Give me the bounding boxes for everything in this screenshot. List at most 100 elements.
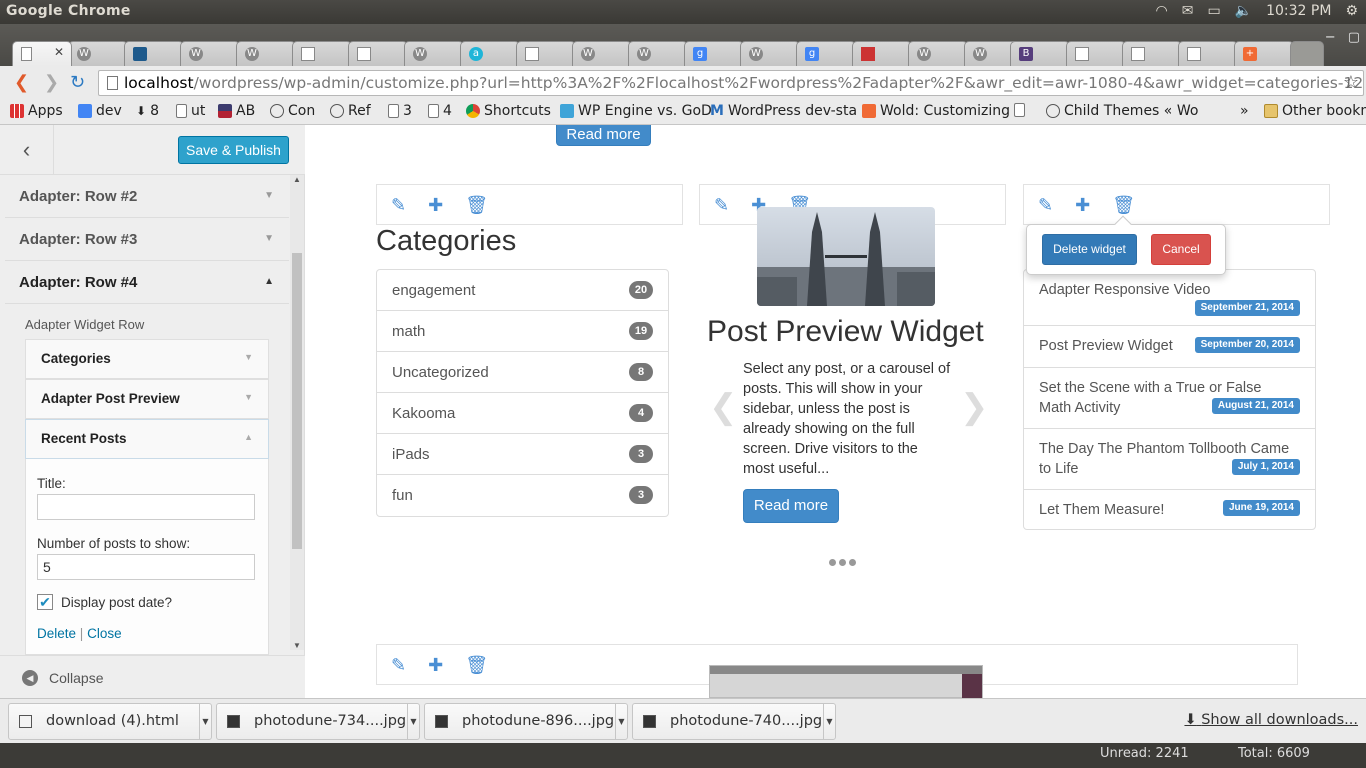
bookmark-shortcuts[interactable]: Shortcuts	[466, 103, 551, 119]
section-row-4[interactable]: Adapter: Row #4 ▲	[5, 261, 289, 304]
edit-icon[interactable]: ✎	[714, 195, 729, 216]
tab[interactable]: a	[460, 41, 520, 66]
reload-icon[interactable]: ↻	[70, 72, 85, 93]
trash-icon[interactable]: 🗑	[1112, 195, 1135, 216]
tab[interactable]	[1122, 41, 1182, 66]
read-more-button-top[interactable]: Read more	[556, 125, 651, 146]
trash-icon[interactable]: 🗑	[465, 655, 488, 676]
os-clock[interactable]: 10:32 PM	[1266, 3, 1331, 19]
bookmarks-overflow[interactable]: »	[1240, 103, 1249, 119]
bookmark-8[interactable]: ⬇ 8	[136, 103, 159, 119]
widget-categories[interactable]: Categories ▼	[25, 339, 269, 379]
new-tab-button[interactable]	[1290, 41, 1324, 66]
address-bar[interactable]: localhost/wordpress/wp-admin/customize.p…	[98, 70, 1364, 96]
tab[interactable]: W	[740, 41, 800, 66]
recent-post-item[interactable]: Let Them Measure! June 19, 2014	[1024, 490, 1315, 529]
recent-post-item[interactable]: Set the Scene with a True or False Math …	[1024, 368, 1315, 429]
carousel-dot[interactable]	[839, 559, 846, 566]
cancel-button[interactable]: Cancel	[1151, 234, 1211, 265]
gear-icon[interactable]: ⚙	[1345, 3, 1358, 19]
wifi-icon[interactable]: ◠	[1155, 3, 1167, 19]
bookmark-wold[interactable]: Wold: Customizing	[862, 103, 1010, 119]
delete-link[interactable]: Delete	[37, 626, 76, 641]
maximize-icon[interactable]: ▢	[1348, 30, 1360, 45]
download-item[interactable]: photodune-740....jpg ▼	[632, 703, 836, 740]
tab[interactable]	[1178, 41, 1238, 66]
download-item[interactable]: photodune-734....jpg ▼	[216, 703, 420, 740]
sidebar-scrollbar[interactable]: ▲ ▼	[290, 175, 304, 650]
bookmark-star-icon[interactable]: ☆	[1343, 71, 1359, 95]
show-all-downloads-link[interactable]: ⬇ Show all downloads...	[1184, 712, 1358, 728]
chevron-down-icon[interactable]: ▼	[407, 704, 419, 739]
display-date-checkbox[interactable]: ✔	[37, 594, 53, 610]
post-count-input[interactable]: 5	[37, 554, 255, 580]
download-item[interactable]: photodune-896....jpg ▼	[424, 703, 628, 740]
chevron-down-icon[interactable]: ▼	[615, 704, 627, 739]
tab[interactable]: W	[404, 41, 464, 66]
download-item[interactable]: download (4).html ▼	[8, 703, 212, 740]
chevron-down-icon[interactable]: ▼	[823, 704, 835, 739]
battery-icon[interactable]: ▭	[1207, 3, 1220, 19]
add-icon[interactable]: ✚	[1075, 195, 1090, 216]
title-input[interactable]	[37, 494, 255, 520]
read-more-button[interactable]: Read more	[743, 489, 839, 523]
close-tab-icon[interactable]: ✕	[54, 45, 64, 59]
bookmark-ab[interactable]: AB	[218, 103, 255, 119]
scroll-down-icon[interactable]: ▼	[293, 641, 301, 650]
edit-icon[interactable]: ✎	[391, 655, 406, 676]
tab[interactable]: W	[572, 41, 632, 66]
edit-icon[interactable]: ✎	[1038, 195, 1053, 216]
delete-widget-button[interactable]: Delete widget	[1042, 234, 1137, 265]
scrollbar-thumb[interactable]	[292, 253, 302, 549]
category-item[interactable]: iPads 3	[377, 434, 668, 475]
back-button[interactable]: ‹	[0, 125, 54, 175]
edit-icon[interactable]: ✎	[391, 195, 406, 216]
carousel-dot[interactable]	[829, 559, 836, 566]
section-row-3[interactable]: Adapter: Row #3 ▼	[5, 218, 289, 261]
category-item[interactable]: engagement 20	[377, 270, 668, 311]
bookmark-apps[interactable]: Apps	[10, 103, 63, 119]
minimize-icon[interactable]: −	[1325, 30, 1336, 45]
bookmark-ref[interactable]: Ref	[330, 103, 371, 119]
add-icon[interactable]: ✚	[428, 195, 443, 216]
bookmark-3[interactable]: 3	[388, 103, 412, 119]
carousel-prev-icon[interactable]: ❮	[709, 387, 738, 427]
tab[interactable]: +	[1234, 41, 1294, 66]
recent-post-item[interactable]: Post Preview Widget September 20, 2014	[1024, 326, 1315, 368]
volume-icon[interactable]: 🔈	[1235, 3, 1252, 19]
close-link[interactable]: Close	[87, 626, 122, 641]
widget-post-preview[interactable]: Adapter Post Preview ▼	[25, 379, 269, 419]
scroll-up-icon[interactable]: ▲	[293, 175, 301, 184]
other-bookmarks[interactable]: Other bookm	[1264, 103, 1366, 119]
tab[interactable]: W	[180, 41, 240, 66]
bookmark-4[interactable]: 4	[428, 103, 452, 119]
bookmark-wp-engine[interactable]: WP Engine vs. GoD	[560, 103, 712, 119]
carousel-dot[interactable]	[849, 559, 856, 566]
mail-icon[interactable]: ✉	[1182, 3, 1194, 19]
carousel-indicators[interactable]	[829, 559, 856, 566]
tab[interactable]: B	[1010, 41, 1070, 66]
recent-post-item[interactable]: The Day The Phantom Tollbooth Came to Li…	[1024, 429, 1315, 490]
bookmark-con[interactable]: Con	[270, 103, 315, 119]
recent-post-item[interactable]: Adapter Responsive Video September 21, 20…	[1024, 270, 1315, 326]
category-item[interactable]: Kakooma 4	[377, 393, 668, 434]
chevron-down-icon[interactable]: ▼	[199, 704, 211, 739]
forward-arrow-icon[interactable]: ❯	[44, 72, 59, 93]
widget-recent-posts[interactable]: Recent Posts ▲	[25, 419, 269, 459]
save-publish-button[interactable]: Save & Publish	[178, 136, 289, 164]
carousel-next-icon[interactable]: ❯	[960, 387, 989, 427]
add-icon[interactable]: ✚	[428, 655, 443, 676]
tab[interactable]: W	[908, 41, 968, 66]
category-item[interactable]: math 19	[377, 311, 668, 352]
bookmark-ut[interactable]: ut	[176, 103, 205, 119]
tab[interactable]	[292, 41, 352, 66]
tab[interactable]	[1066, 41, 1126, 66]
tab[interactable]: g	[684, 41, 744, 66]
bookmark-child-themes[interactable]: Child Themes « Wo	[1046, 103, 1198, 119]
tab[interactable]: g	[796, 41, 856, 66]
tab[interactable]	[852, 41, 912, 66]
tab[interactable]: W	[236, 41, 296, 66]
tab[interactable]	[124, 41, 184, 66]
section-row-2[interactable]: Adapter: Row #2 ▼	[5, 175, 289, 218]
tab[interactable]: W	[68, 41, 128, 66]
